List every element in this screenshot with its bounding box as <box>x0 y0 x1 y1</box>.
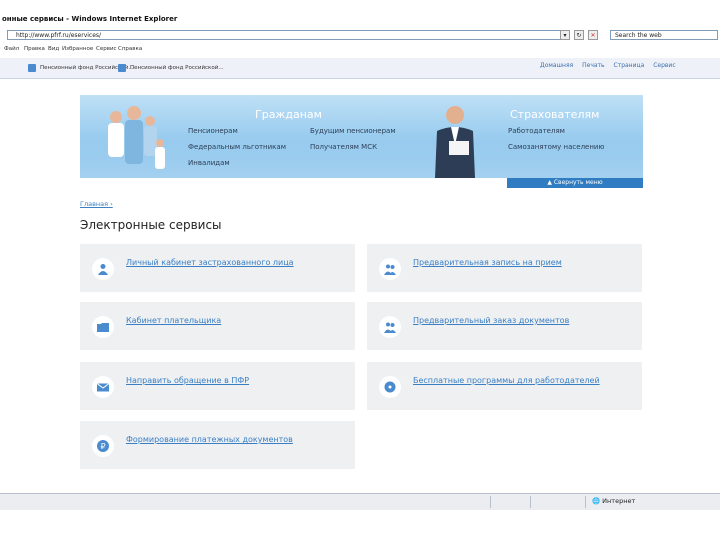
service-card-payment-documents[interactable]: ₽ Формирование платежных документов <box>80 421 355 469</box>
people-icon <box>384 322 396 333</box>
service-label[interactable]: Формирование платежных документов <box>126 435 326 445</box>
page-menu-button[interactable]: Страница <box>614 62 645 69</box>
link-msk-recipients[interactable]: Получателям МСК <box>310 143 377 151</box>
service-label[interactable]: Предварительная запись на прием <box>413 258 613 268</box>
service-card-free-software[interactable]: Бесплатные программы для работодателей <box>367 362 642 410</box>
search-input[interactable]: Search the web <box>610 30 718 40</box>
page-icon <box>118 64 126 72</box>
breadcrumb[interactable]: Главная › <box>80 200 113 208</box>
menu-view[interactable]: Вид <box>48 46 59 52</box>
insurers-heading[interactable]: Страхователям <box>510 108 599 121</box>
status-divider <box>490 496 491 508</box>
link-federal-beneficiaries[interactable]: Федеральным льготникам <box>188 143 286 151</box>
service-label[interactable]: Направить обращение в ПФР <box>126 376 326 386</box>
card-icon-circle <box>379 258 401 280</box>
service-label[interactable]: Бесплатные программы для работодателей <box>413 376 613 386</box>
card-icon-circle <box>92 376 114 398</box>
menu-file[interactable]: Файл <box>4 46 19 52</box>
address-row: http://www.pfrf.ru/eservices/ ▾ ↻ ✕ Sear… <box>0 28 720 42</box>
service-card-order-documents[interactable]: Предварительный заказ документов <box>367 302 642 350</box>
home-button[interactable]: Домашняя <box>540 62 573 69</box>
address-bar[interactable]: http://www.pfrf.ru/eservices/ <box>7 30 567 40</box>
page-title: Электронные сервисы <box>80 218 222 232</box>
menu-tools[interactable]: Сервис <box>96 46 117 52</box>
breadcrumb-home[interactable]: Главная <box>80 200 108 208</box>
tab-row: Пенсионный фонд Российской... Пенсионный… <box>0 58 720 79</box>
menu-bar: Файл Правка Вид Избранное Сервис Справка <box>0 44 720 55</box>
service-card-personal-account[interactable]: Личный кабинет застрахованного лица <box>80 244 355 292</box>
svg-text:₽: ₽ <box>100 442 105 451</box>
page-icon <box>28 64 36 72</box>
security-zone: 🌐 Интернет <box>592 497 636 505</box>
window-titlebar: онные сервисы - Windows Internet Explore… <box>0 13 720 25</box>
mail-icon <box>97 383 109 392</box>
tab-2[interactable]: Пенсионный фонд Российской... <box>118 62 224 74</box>
command-bar: Домашняя Печать Страница Сервис <box>540 62 683 69</box>
folder-icon <box>97 323 109 332</box>
link-employers[interactable]: Работодателям <box>508 127 565 135</box>
service-label[interactable]: Предварительный заказ документов <box>413 316 613 326</box>
card-icon-circle <box>379 316 401 338</box>
status-bar: 🌐 Интернет <box>0 493 720 510</box>
businessman-photo <box>435 106 475 178</box>
card-icon-circle <box>92 316 114 338</box>
address-dropdown-icon[interactable]: ▾ <box>560 30 570 40</box>
print-button[interactable]: Печать <box>582 62 604 69</box>
person-icon <box>98 264 108 275</box>
ruble-icon: ₽ <box>97 440 109 452</box>
menu-help[interactable]: Справка <box>118 46 142 52</box>
window-title: онные сервисы - Windows Internet Explore… <box>2 15 178 23</box>
service-label[interactable]: Кабинет плательщика <box>126 316 326 326</box>
citizens-heading[interactable]: Гражданам <box>255 108 322 121</box>
disk-icon <box>384 381 396 393</box>
collapse-label: Свернуть меню <box>553 179 603 186</box>
card-icon-circle <box>379 376 401 398</box>
link-pensioners[interactable]: Пенсионерам <box>188 127 238 135</box>
zone-label: Интернет <box>602 497 636 505</box>
link-future-pensioners[interactable]: Будущим пенсионерам <box>310 127 396 135</box>
tools-menu-button[interactable]: Сервис <box>653 62 675 69</box>
menu-edit[interactable]: Правка <box>24 46 45 52</box>
stop-icon[interactable]: ✕ <box>588 30 598 40</box>
link-self-employed[interactable]: Самозанятому населению <box>508 143 604 151</box>
collapse-menu-button[interactable]: ▲ Свернуть меню <box>507 178 643 188</box>
people-icon <box>384 264 396 275</box>
service-card-appointment[interactable]: Предварительная запись на прием <box>367 244 642 292</box>
hero-banner: Гражданам Пенсионерам Федеральным льготн… <box>80 95 643 178</box>
status-divider <box>530 496 531 508</box>
menu-favorites[interactable]: Избранное <box>62 46 93 52</box>
service-card-send-appeal[interactable]: Направить обращение в ПФР <box>80 362 355 410</box>
link-disabled[interactable]: Инвалидам <box>188 159 230 167</box>
service-label[interactable]: Личный кабинет застрахованного лица <box>126 258 326 268</box>
refresh-icon[interactable]: ↻ <box>574 30 584 40</box>
favorites-row <box>0 80 720 90</box>
card-icon-circle <box>92 258 114 280</box>
status-divider <box>585 496 586 508</box>
family-photo <box>108 106 165 169</box>
card-icon-circle: ₽ <box>92 435 114 457</box>
service-card-payer-account[interactable]: Кабинет плательщика <box>80 302 355 350</box>
